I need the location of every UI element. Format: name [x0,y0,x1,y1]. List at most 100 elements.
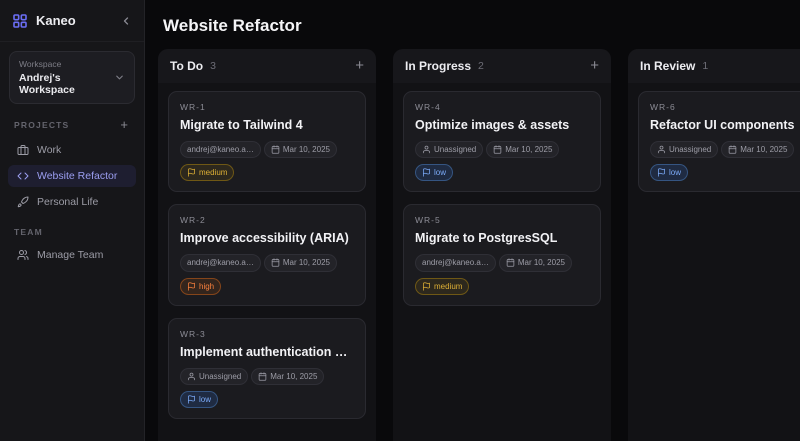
priority-text: medium [199,167,227,178]
task-card[interactable]: WR-6 Refactor UI components Unassigned M… [638,91,800,192]
task-meta: Unassigned Mar 10, 2025 low [650,141,800,181]
flag-icon [187,395,196,404]
priority-pill: high [180,278,221,295]
user-icon [657,145,666,154]
workspace-selector[interactable]: Workspace Andrej's Workspace [9,51,135,104]
column-header: In Progress 2 + [393,49,611,83]
team-heading: TEAM [14,227,43,237]
due-date-text: Mar 10, 2025 [270,371,317,382]
flag-icon [422,168,431,177]
due-date-pill: Mar 10, 2025 [264,254,337,271]
chevron-left-icon [120,15,132,27]
due-date-pill: Mar 10, 2025 [499,254,572,271]
users-icon [17,249,29,261]
board: To Do 3 + WR-1 Migrate to Tailwind 4 and… [145,49,800,441]
assignee-text: Unassigned [434,144,476,155]
app-window: Kaneo Workspace Andrej's Workspace PROJE… [0,0,800,441]
column-count: 1 [702,60,708,72]
sidebar-item-personal-life[interactable]: Personal Life [8,191,136,213]
sidebar-item-label: Manage Team [37,249,103,261]
assignee-text: Unassigned [199,371,241,382]
assignee-pill: andrej@kaneo.a… [180,254,261,271]
sidebar-header: Kaneo [0,0,144,42]
priority-text: low [669,167,681,178]
task-meta: Unassigned Mar 10, 2025 low [415,141,589,181]
priority-text: low [434,167,446,178]
task-title: Refactor UI components [650,118,800,132]
due-date-text: Mar 10, 2025 [740,144,787,155]
assignee-text: andrej@kaneo.a… [187,144,254,155]
rocket-icon [17,196,29,208]
sidebar-item-label: Website Refactor [37,170,117,182]
assignee-pill: andrej@kaneo.a… [180,141,261,158]
assignee-pill: Unassigned [650,141,718,158]
flag-icon [657,168,666,177]
due-date-text: Mar 10, 2025 [505,144,552,155]
task-id: WR-2 [180,215,354,225]
priority-pill: low [180,391,218,408]
page-title: Website Refactor [145,0,800,49]
column-body: WR-4 Optimize images & assets Unassigned… [393,83,611,314]
user-icon [187,372,196,381]
task-id: WR-5 [415,215,589,225]
task-id: WR-3 [180,329,354,339]
add-task-button[interactable]: + [355,60,364,72]
calendar-icon [258,372,267,381]
chevron-down-icon [114,72,125,83]
user-icon [422,145,431,154]
task-title: Implement authentication … [180,345,354,359]
sidebar-item-website-refactor[interactable]: Website Refactor [8,165,136,187]
task-card[interactable]: WR-1 Migrate to Tailwind 4 andrej@kaneo.… [168,91,366,192]
assignee-text: andrej@kaneo.a… [422,257,489,268]
task-title: Migrate to Tailwind 4 [180,118,354,132]
column-name: To Do [170,59,203,73]
assignee-text: Unassigned [669,144,711,155]
priority-pill: low [650,164,688,181]
sidebar-item-label: Work [37,144,61,156]
due-date-pill: Mar 10, 2025 [264,141,337,158]
calendar-icon [728,145,737,154]
task-id: WR-1 [180,102,354,112]
column-in-progress: In Progress 2 + WR-4 Optimize images & a… [393,49,611,441]
calendar-icon [271,258,280,267]
assignee-pill: Unassigned [180,368,248,385]
column-name: In Review [640,59,695,73]
column-body: WR-1 Migrate to Tailwind 4 andrej@kaneo.… [158,83,376,427]
task-title: Improve accessibility (ARIA) [180,231,354,245]
priority-text: high [199,281,214,292]
column-name: In Progress [405,59,471,73]
assignee-pill: Unassigned [415,141,483,158]
main-content: Website Refactor To Do 3 + WR-1 Migrate … [145,0,800,441]
calendar-icon [271,145,280,154]
add-project-button[interactable]: + [118,118,130,132]
task-id: WR-4 [415,102,589,112]
task-meta: andrej@kaneo.a… Mar 10, 2025 medium [415,254,589,294]
sidebar-item-work[interactable]: Work [8,139,136,161]
task-title: Migrate to PostgresSQL [415,231,589,245]
column-body: WR-6 Refactor UI components Unassigned M… [628,83,800,200]
due-date-pill: Mar 10, 2025 [721,141,794,158]
add-task-button[interactable]: + [590,60,599,72]
workspace-value: Andrej's Workspace [19,72,114,96]
briefcase-icon [17,144,29,156]
column-in-review: In Review 1 + WR-6 Refactor UI component… [628,49,800,441]
kaneo-logo-icon [12,13,28,29]
task-card[interactable]: WR-4 Optimize images & assets Unassigned… [403,91,601,192]
task-card[interactable]: WR-3 Implement authentication … Unassign… [168,318,366,419]
flag-icon [187,282,196,291]
task-card[interactable]: WR-2 Improve accessibility (ARIA) andrej… [168,204,366,305]
sidebar-collapse-button[interactable] [120,15,132,27]
calendar-icon [506,258,515,267]
due-date-text: Mar 10, 2025 [283,257,330,268]
due-date-text: Mar 10, 2025 [283,144,330,155]
column-count: 3 [210,60,216,72]
task-meta: andrej@kaneo.a… Mar 10, 2025 high [180,254,354,294]
code-icon [17,170,29,182]
priority-pill: low [415,164,453,181]
app-name: Kaneo [36,13,112,28]
column-to-do: To Do 3 + WR-1 Migrate to Tailwind 4 and… [158,49,376,441]
assignee-text: andrej@kaneo.a… [187,257,254,268]
task-card[interactable]: WR-5 Migrate to PostgresSQL andrej@kaneo… [403,204,601,305]
sidebar-item-manage-team[interactable]: Manage Team [8,244,136,266]
column-header: To Do 3 + [158,49,376,83]
